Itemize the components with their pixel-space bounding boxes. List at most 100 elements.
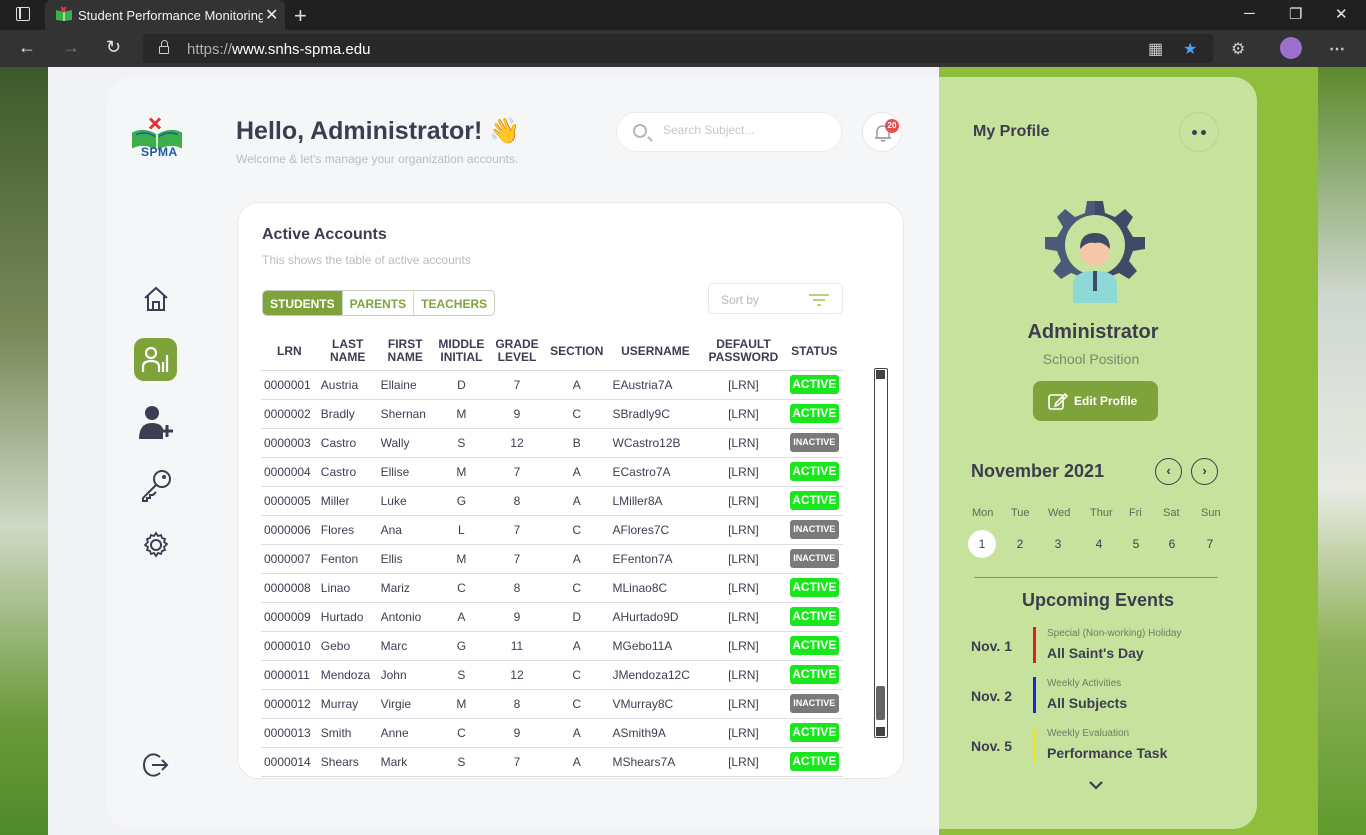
table-row[interactable]: 0000004 Castro Ellise M 7 A ECastro7A [LRN] ACTI… [261,457,843,487]
profile-avatar[interactable] [1280,37,1302,59]
scroll-thumb[interactable] [876,686,885,720]
table-row[interactable]: 0000002 Bradly Shernan M 9 C SBradly9C [LRN] ACT… [261,399,843,429]
cell-first-name: Wally [377,428,433,458]
calendar-day[interactable]: 2 [1006,537,1034,551]
status-badge: ACTIVE [789,607,839,626]
browser-tab[interactable]: Student Performance Monitoring... ✕ [45,0,285,30]
table-row[interactable]: 0000013 Smith Anne C 9 A ASmith9A [LRN] ACTIVE [261,718,843,748]
cell-first-name: Anne [377,718,433,748]
notification-button[interactable]: 20 [862,112,902,152]
chevron-down-icon[interactable] [1088,779,1104,791]
table-row[interactable]: 0000012 Murray Virgie M 8 C VMurray8C [LRN] INAC… [261,689,843,719]
tab-actions-icon[interactable] [16,7,30,21]
cell-last-name: Hurtado [317,602,378,632]
calendar-day[interactable]: 7 [1196,537,1224,551]
calendar-day[interactable]: 1 [968,530,996,558]
cell-grade-level: 12 [489,428,545,458]
cell-section: A [544,486,610,516]
profile-menu-button[interactable] [1179,112,1219,152]
column-header-grade-level[interactable]: GRADE LEVEL [489,333,545,371]
cell-middle-initial: C [432,573,490,603]
sort-dropdown[interactable]: Sort by [708,283,843,314]
cell-status: ACTIVE [785,370,843,400]
cell-first-name: Mark [377,747,433,777]
sidebar-item-add-user[interactable] [134,400,177,443]
cell-grade-level: 7 [489,515,545,545]
calendar-day[interactable]: 3 [1044,537,1072,551]
table-row[interactable]: 0000010 Gebo Marc G 11 A MGebo11A [LRN] ACTIVE [261,631,843,661]
event-color-bar [1033,677,1036,713]
new-tab-icon[interactable]: + [294,3,307,29]
table-row[interactable]: 0000003 Castro Wally S 12 B WCastro12B [LRN] INA… [261,428,843,458]
cell-username: EFenton7A [609,544,702,574]
tab-parents[interactable]: PARENTS [341,291,413,315]
edit-profile-button[interactable]: Edit Profile [1033,381,1158,421]
cell-section: A [544,370,610,400]
column-header-last-name[interactable]: LAST NAME [317,333,378,371]
column-header-username[interactable]: USERNAME [609,333,702,371]
table-scrollbar[interactable] [874,368,888,738]
table-row[interactable]: 0000005 Miller Luke G 8 A LMiller8A [LRN] ACTIVE [261,486,843,516]
close-window-icon[interactable]: ✕ [1335,5,1348,23]
table-row[interactable]: 0000001 Austria Ellaine D 7 A EAustria7A [LRN] A… [261,370,843,400]
more-menu-icon[interactable]: ⋯ [1329,39,1345,59]
calendar-day[interactable]: 6 [1158,537,1186,551]
table-body: 0000001 Austria Ellaine D 7 A EAustria7A [LRN] A… [261,370,843,777]
calendar-day[interactable]: 5 [1122,537,1150,551]
calendar-day[interactable]: 4 [1085,537,1113,551]
accounts-card: Active Accounts This shows the table of … [237,202,904,779]
back-icon[interactable]: ← [18,37,36,58]
column-header-middle-initial[interactable]: MIDDLE INITIAL [432,333,490,371]
column-header-first-name[interactable]: FIRST NAME [377,333,433,371]
extensions-icon[interactable]: ⚙ [1231,39,1245,59]
cell-status: ACTIVE [785,573,843,603]
table-row[interactable]: 0000011 Mendoza John S 12 C JMendoza12C [LRN] AC… [261,660,843,690]
cell-lrn: 0000003 [261,428,318,458]
column-header-default-password[interactable]: DEFAULT PASSWORD [701,333,786,371]
table-row[interactable]: 0000014 Shears Mark S 7 A MShears7A [LRN] ACTIVE [261,747,843,777]
minimize-icon[interactable]: ─ [1244,5,1255,22]
sidebar-item-home[interactable] [134,277,177,320]
scroll-up-arrow[interactable] [876,370,885,379]
address-bar[interactable]: https://www.snhs-spma.edu [143,34,1213,63]
tab-teachers[interactable]: TEACHERS [413,291,494,315]
logout-icon [142,753,169,777]
scroll-down-arrow[interactable] [876,727,885,736]
app-view-icon[interactable]: ▦ [1148,39,1163,59]
column-header-status[interactable]: STATUS [785,333,843,371]
search-input[interactable] [663,123,823,137]
cell-last-name: Fenton [317,544,378,574]
logout-button[interactable] [141,751,169,784]
sidebar-item-accounts[interactable] [134,338,177,381]
forward-icon[interactable]: → [62,37,80,58]
column-header-lrn[interactable]: LRN [261,333,318,371]
restore-icon[interactable]: ❐ [1289,5,1302,23]
event-name[interactable]: All Subjects [1047,695,1127,711]
cell-last-name: Miller [317,486,378,516]
cell-first-name: John [377,660,433,690]
cell-middle-initial: D [432,370,490,400]
calendar-next-button[interactable]: › [1191,458,1218,485]
sort-label: Sort by [721,293,760,307]
search-box[interactable] [616,112,842,152]
cell-username: WCastro12B [609,428,702,458]
column-header-section[interactable]: SECTION [544,333,610,371]
table-row[interactable]: 0000008 Linao Mariz C 8 C MLinao8C [LRN] ACTIVE [261,573,843,603]
table-row[interactable]: 0000009 Hurtado Antonio A 9 D AHurtado9D [LRN] A… [261,602,843,632]
event-name[interactable]: All Saint's Day [1047,645,1144,661]
tab-students[interactable]: STUDENTS [263,291,342,315]
favorite-star-icon[interactable]: ★ [1183,39,1197,59]
cell-status: ACTIVE [785,399,843,429]
sidebar-item-settings[interactable] [134,523,177,566]
status-badge: ACTIVE [789,375,839,394]
calendar-prev-button[interactable]: ‹ [1155,458,1182,485]
profile-name: Administrator [1027,321,1159,343]
table-row[interactable]: 0000007 Fenton Ellis M 7 A EFenton7A [LRN] INACT… [261,544,843,574]
cell-lrn: 0000013 [261,718,318,748]
table-row[interactable]: 0000006 Flores Ana L 7 C AFlores7C [LRN] INACTIV… [261,515,843,545]
tab-close-icon[interactable]: ✕ [265,5,278,25]
cell-grade-level: 11 [489,631,545,661]
event-name[interactable]: Performance Task [1047,745,1167,761]
refresh-icon[interactable]: ↻ [106,37,121,58]
sidebar-item-key[interactable] [134,463,177,506]
